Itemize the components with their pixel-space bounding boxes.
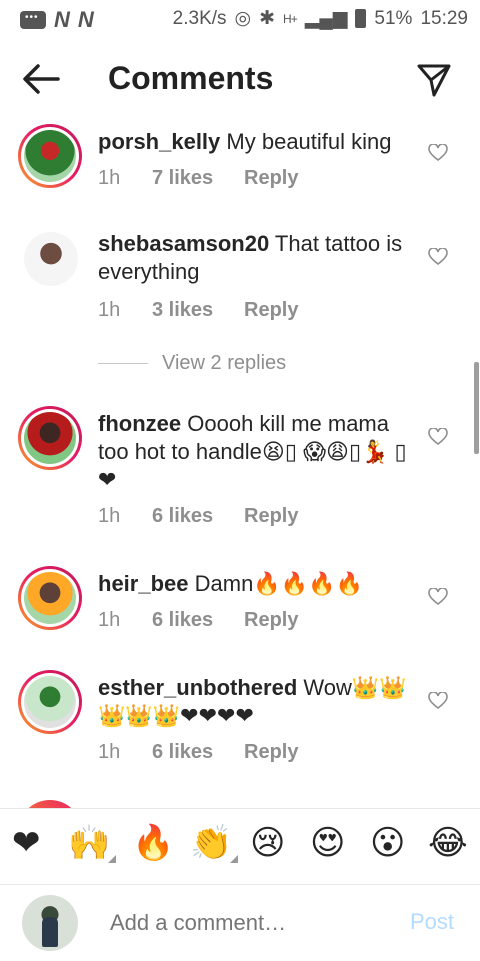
scrollbar[interactable] [474,362,479,454]
like-heart-icon[interactable] [428,428,448,446]
divider [98,363,148,364]
comment-time: 1h [98,299,121,321]
comment-text: heir_bee Damn🔥🔥🔥🔥 [98,570,418,598]
avatar[interactable] [18,670,82,734]
view-replies-label: View 2 replies [162,352,287,374]
likes-count[interactable]: 6 likes [152,505,244,528]
signal-label: H+ [283,11,298,26]
direct-message-icon[interactable] [416,62,452,98]
comment-time: 1h [98,505,121,527]
comment-meta: 1h 6 likes Reply [98,741,298,764]
like-heart-icon[interactable] [428,144,448,162]
comment-text: porsh_kelly My beautiful king [98,128,418,156]
raised-hands-emoji: 🙌 [68,824,111,862]
likes-count[interactable]: 7 likes [152,167,244,190]
comment-time: 1h [98,167,121,189]
like-heart-icon[interactable] [428,248,448,266]
comment-time: 1h [98,609,121,631]
likes-count[interactable]: 6 likes [152,741,244,764]
reply-button[interactable]: Reply [244,741,298,764]
network-speed: 2.3K/s [172,7,227,29]
reply-button[interactable]: Reply [244,167,298,190]
comment-meta: 1h 6 likes Reply [98,609,298,632]
signal-bars-icon: ▂▄▆ [304,8,348,29]
avatar[interactable] [18,566,82,630]
add-comment-bar: Post [0,884,480,961]
likes-count[interactable]: 6 likes [152,609,244,632]
crying-emoji-button[interactable]: 😢 [250,823,285,863]
hotspot-icon: ◎ [234,8,252,29]
bluetooth-icon: ✱ [259,8,276,29]
comment-input[interactable] [108,909,392,937]
avatar[interactable] [24,232,78,286]
n-notification-icon-2: N [77,7,94,32]
username[interactable]: porsh_kelly [98,129,220,154]
comment-meta: 1h 7 likes Reply [98,167,298,190]
current-user-avatar [22,895,78,951]
comment-text: esther_unbothered Wow👑👑👑👑👑❤❤❤❤ [98,674,418,730]
like-heart-icon[interactable] [428,692,448,710]
comment-meta: 1h 6 likes Reply [98,505,298,528]
emoji-reaction-bar: ❤ 🙌 🔥 👏 😢 😍 😮 😂 [0,808,480,885]
avatar[interactable] [18,124,82,188]
battery-icon [355,9,367,28]
surprised-emoji-button[interactable]: 😮 [370,823,405,863]
comment-meta: 1h 3 likes Reply [98,299,298,322]
reply-button[interactable]: Reply [244,505,298,528]
laughing-emoji-button[interactable]: 😂 [428,823,468,863]
post-button[interactable]: Post [410,909,454,935]
comment-time: 1h [98,741,121,763]
username[interactable]: fhonzee [98,411,181,436]
comment-text: shebasamson20 That tattoo is everything [98,230,418,286]
avatar[interactable] [18,406,82,470]
like-heart-icon[interactable] [428,588,448,606]
message-icon [20,11,46,29]
raised-hands-emoji-button[interactable]: 🙌 [68,823,117,863]
comment-text: fhonzee Ooooh kill me mama too hot to ha… [98,410,418,494]
clapping-emoji: 👏 [190,824,233,862]
username[interactable]: esther_unbothered [98,675,297,700]
heart-eyes-emoji-button[interactable]: 😍 [310,823,345,863]
n-notification-icon: N [54,7,70,32]
battery-percent: 51% [374,7,413,29]
heart-emoji-button[interactable]: ❤ [12,823,41,863]
likes-count[interactable]: 3 likes [152,299,244,322]
comment-body: My beautiful king [226,129,392,154]
username[interactable]: heir_bee [98,571,189,596]
back-arrow-icon[interactable] [20,60,64,98]
reply-button[interactable]: Reply [244,299,298,322]
fire-emoji-button[interactable]: 🔥 [132,823,174,863]
reply-button[interactable]: Reply [244,609,298,632]
header: Comments [0,48,480,112]
username[interactable]: shebasamson20 [98,231,269,256]
status-bar: N N 2.3K/s ◎ ✱ H+ ▂▄▆ 51% 15:29 [0,0,480,38]
comment-body: Damn🔥🔥🔥🔥 [194,571,363,596]
page-title: Comments [108,60,274,96]
view-replies-button[interactable]: View 2 replies [98,352,286,375]
clock: 15:29 [420,7,468,29]
clapping-emoji-button[interactable]: 👏 [190,823,239,863]
